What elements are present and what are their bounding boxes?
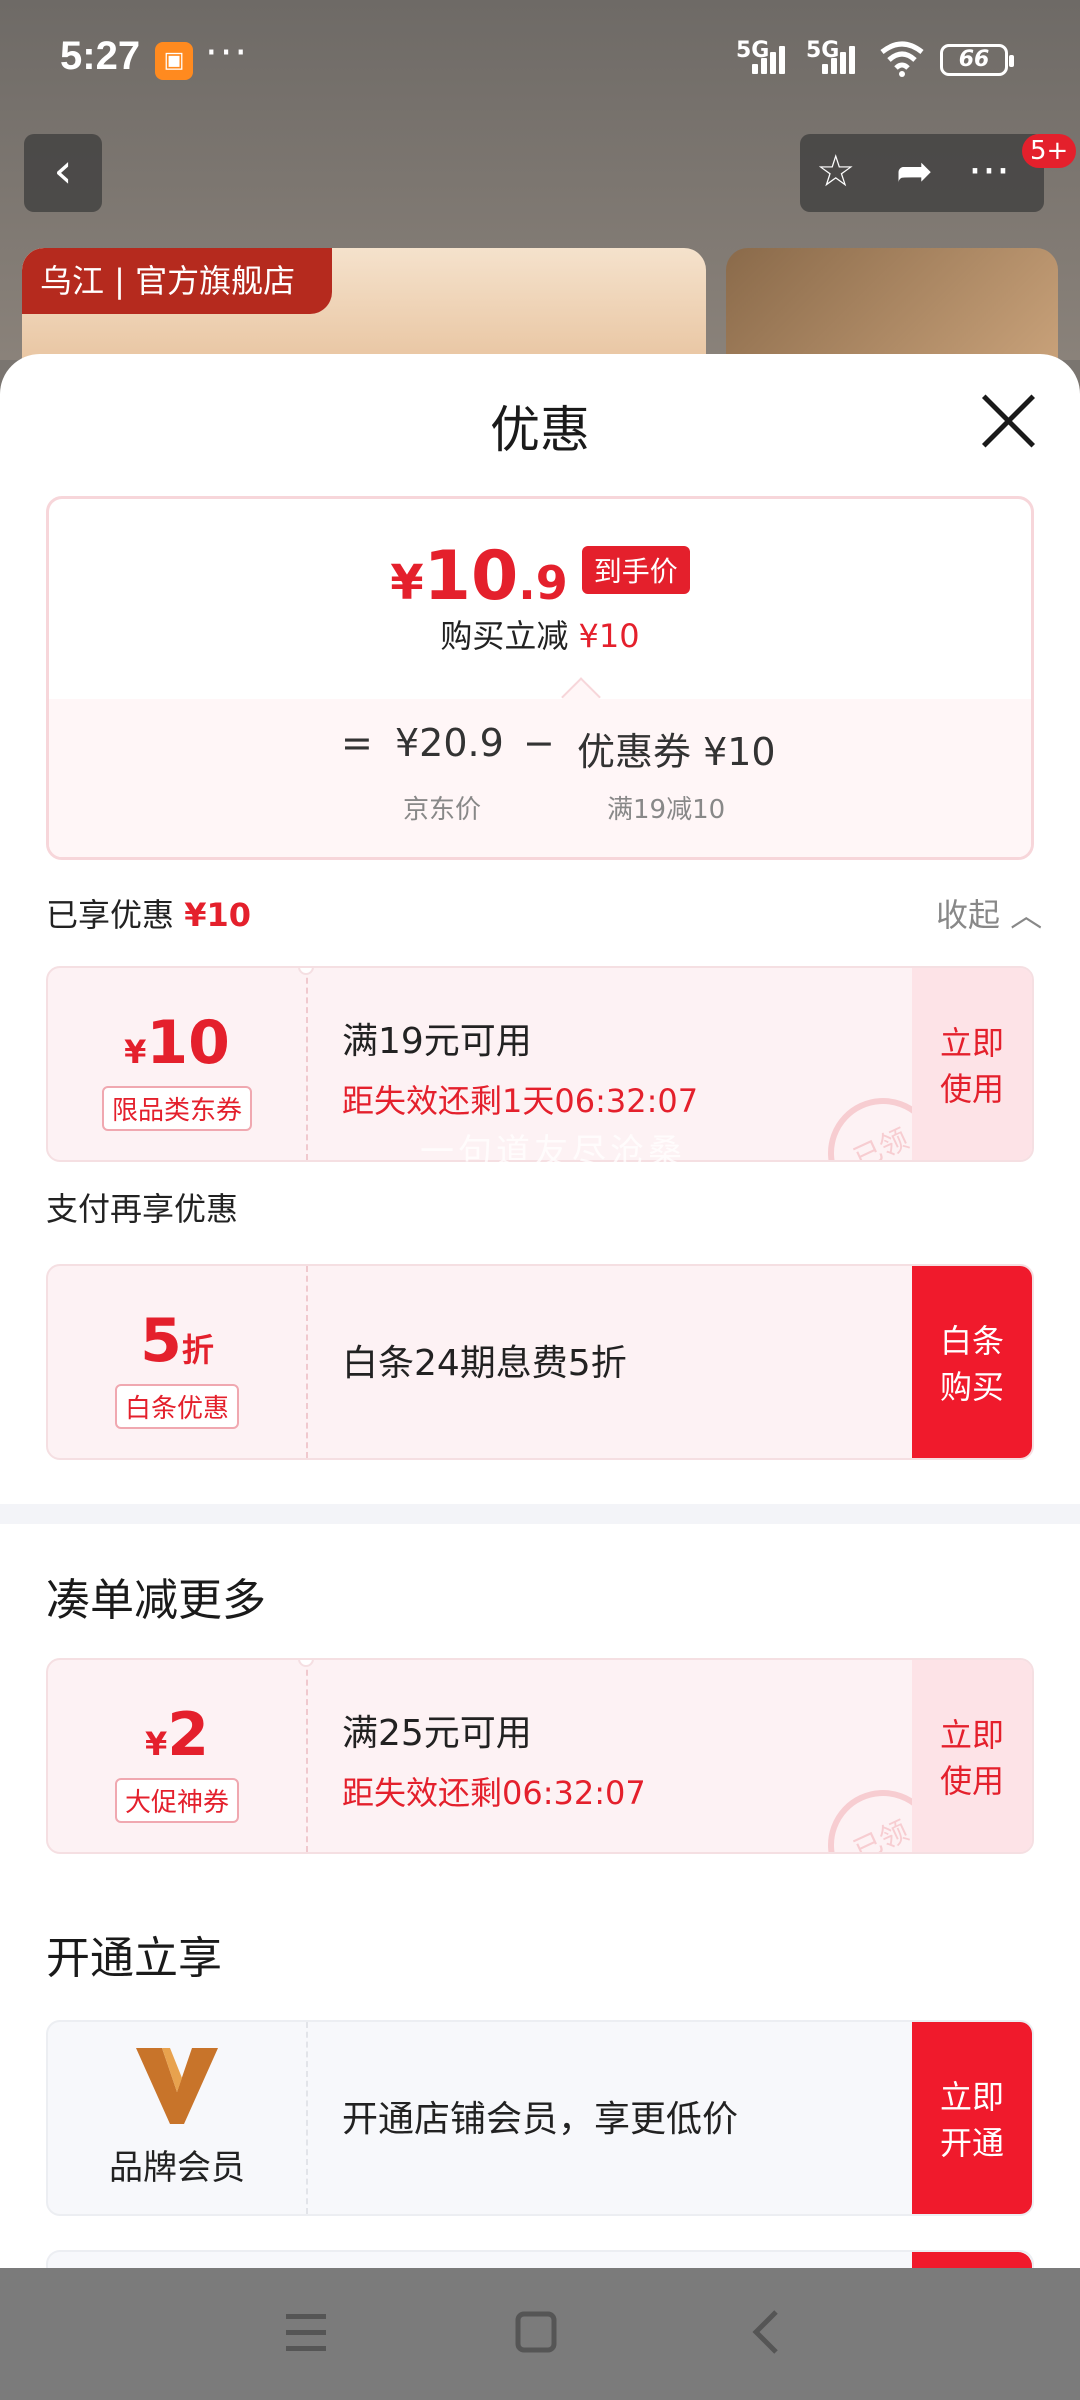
use-now-line1: 立即: [939, 1024, 1004, 1062]
watermark-text: 一句道友尽沧桑: [420, 1132, 686, 1172]
more-notifications-icon: ···: [205, 30, 250, 76]
shop-banner-label: 乌江 | 官方旗舰店: [22, 248, 332, 314]
price-summary-card: ¥10.9 到手价 购买立减 ¥10 = ¥20.9 − 优惠券 ¥10 京东价 …: [46, 496, 1034, 860]
home-square-icon[interactable]: [506, 2302, 566, 2362]
coupon-amount-number: 10: [146, 1008, 230, 1078]
instant-discount-text: 购买立减 ¥10: [49, 611, 1031, 657]
coupon-amount: ¥10: [48, 1008, 306, 1078]
section-divider: [0, 1504, 1080, 1524]
share-icon[interactable]: ➦: [896, 146, 933, 197]
use-now-line1: 立即: [939, 1716, 1004, 1754]
next-card-action: [912, 2252, 1032, 2268]
status-bar: 5:27 ▣ ··· 5G 5G 66: [0, 0, 1080, 120]
final-price-tag: 到手价: [581, 546, 690, 594]
member-text: 开通店铺会员，享更低价: [342, 2099, 739, 2140]
coupon-details: 满25元可用 距失效还剩06:32:07: [342, 1704, 646, 1814]
formula-minus: −: [523, 721, 555, 765]
wifi-icon: [880, 41, 924, 77]
open-membership-line2: 开通: [939, 2124, 1004, 2162]
brand-member-card: 品牌会员 开通店铺会员，享更低价 立即开通: [46, 2020, 1034, 2216]
baitiao-buy-button[interactable]: 白条 购买: [912, 1266, 1032, 1458]
final-price: ¥10.9 到手价: [49, 537, 1031, 616]
coupon-value-area: ¥10 限品类东券: [48, 968, 306, 1160]
use-now-line2: 使用: [939, 1762, 1004, 1800]
coupon-divider: [306, 1660, 308, 1852]
formula-base-price: ¥20.9: [395, 721, 504, 765]
collapse-button[interactable]: 收起 ︿: [936, 890, 1042, 936]
open-membership-button[interactable]: 立即 开通: [912, 2022, 1032, 2214]
discount-sheet: 优惠 ¥10.9 到手价 购买立减 ¥10 = ¥20.9 − 优惠券 ¥10 京…: [0, 354, 1080, 2268]
product-thumbnail-image: [726, 248, 1058, 368]
coupon-value-area: 5折 白条优惠: [48, 1266, 306, 1458]
chevron-up-icon: ︿: [1010, 896, 1043, 934]
coupon-amount-number: 2: [167, 1700, 209, 1770]
coupon-divider: [306, 1266, 308, 1458]
pay-discount-header: 支付再享优惠: [46, 1190, 239, 1228]
member-logo-area: 品牌会员: [48, 2022, 306, 2214]
coupon-amount-number: 5: [140, 1306, 182, 1376]
base-price-label: 京东价: [403, 795, 482, 825]
section-title-more: 凑单减更多: [46, 1575, 266, 1626]
enjoyed-discount-label: 已享优惠: [46, 896, 175, 934]
formula-coupon: 优惠券 ¥10: [577, 730, 776, 774]
top-actions: ☆ ➦ ···: [800, 134, 1044, 212]
shop-banner-image: 乌江 | 官方旗舰店: [22, 248, 706, 368]
signal-bars-1-icon: [752, 42, 794, 74]
coupon-yen: ¥: [144, 1725, 168, 1763]
instant-discount-label: 购买立减: [440, 617, 569, 655]
coupon-type-tag: 限品类东券: [101, 1086, 253, 1131]
coupon-card-promo: ¥2 大促神券 满25元可用 距失效还剩06:32:07 已领 立即 使用: [46, 1658, 1034, 1854]
baitiao-buy-line2: 购买: [939, 1368, 1004, 1406]
system-navigation-bar: [0, 2268, 1080, 2400]
enjoyed-discount-header: 已享优惠 ¥10: [46, 890, 251, 936]
close-icon[interactable]: [978, 390, 1040, 452]
use-now-button[interactable]: 立即 使用: [912, 968, 1032, 1160]
menu-icon[interactable]: [276, 2302, 336, 2362]
coupon-amount: 5折: [48, 1306, 306, 1376]
back-chevron-icon[interactable]: [738, 2302, 798, 2362]
coupon-condition: 满19元可用: [342, 1021, 532, 1062]
coupon-yen: ¥: [124, 1033, 147, 1071]
signal-bars-2-icon: [822, 42, 864, 74]
instant-discount-amount: ¥10: [578, 617, 640, 655]
coupon-expiry: 距失效还剩06:32:07: [342, 1774, 646, 1812]
sheet-title: 优惠: [490, 401, 590, 459]
next-card-peek: [46, 2250, 1034, 2268]
coupon-divider: [306, 2022, 308, 2214]
coupon-divider: [306, 968, 308, 1160]
coupon-type-tag: 白条优惠: [114, 1384, 240, 1429]
brand-v-logo-icon: [136, 2048, 218, 2124]
coupon-unit: 折: [181, 1331, 214, 1369]
coupon-value-area: ¥2 大促神券: [48, 1660, 306, 1852]
shopping-app-icon: ▣: [155, 42, 193, 80]
coupon-expiry: 距失效还剩1天06:32:07: [342, 1082, 699, 1120]
coupon-card-baitiao: 5折 白条优惠 白条24期息费5折 白条购买: [46, 1264, 1034, 1460]
baitiao-buy-line1: 白条: [939, 1322, 1004, 1360]
coupon-condition-label: 满19减10: [607, 795, 726, 825]
use-now-line2: 使用: [939, 1070, 1004, 1108]
coupon-details: 满19元可用 距失效还剩1天06:32:07: [342, 1012, 698, 1122]
enjoyed-discount-amount: ¥10: [184, 896, 251, 934]
coupon-condition: 满25元可用: [342, 1713, 532, 1754]
formula-equals: =: [341, 721, 373, 765]
member-details: 开通店铺会员，享更低价: [342, 2090, 738, 2142]
open-membership-line1: 立即: [939, 2078, 1004, 2116]
back-button[interactable]: ‹: [24, 134, 102, 212]
message-badge: 5+: [1022, 134, 1077, 168]
coupon-type-tag: 大促神券: [114, 1778, 240, 1823]
final-price-integer: 10: [423, 537, 519, 616]
final-price-yen: ¥: [390, 555, 424, 611]
favorite-star-icon[interactable]: ☆: [816, 146, 855, 197]
status-time: 5:27: [60, 34, 141, 78]
coupon-details: 白条24期息费5折: [342, 1334, 627, 1386]
coupon-amount: ¥2: [48, 1700, 306, 1770]
final-price-decimal: .9: [518, 556, 568, 610]
member-name: 品牌会员: [109, 2148, 245, 2188]
collapse-label: 收起: [936, 896, 1001, 934]
battery-icon: 66: [940, 44, 1014, 76]
coupon-condition: 白条24期息费5折: [342, 1343, 627, 1384]
more-menu-icon[interactable]: ···: [968, 146, 1010, 197]
section-title-open: 开通立享: [46, 1933, 222, 1984]
use-now-button[interactable]: 立即 使用: [912, 1660, 1032, 1852]
